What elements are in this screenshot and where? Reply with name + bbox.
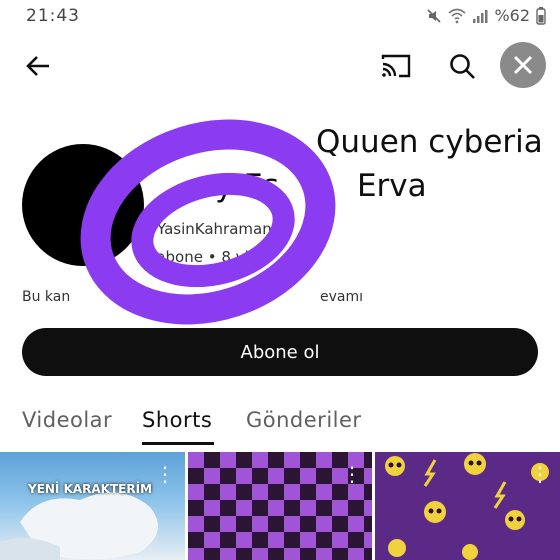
tab-shorts[interactable]: Shorts [142,408,212,432]
signal-icon [472,8,488,24]
more-options-icon[interactable]: ⋮ [530,464,550,484]
channel-stats: 1 abone • 8 vide [142,248,268,266]
top-app-bar [0,40,560,92]
short-thumbnail[interactable]: YENİ KARAKTERİM ⋮ [0,452,185,560]
channel-name-line2: ay Es Erva [196,168,427,204]
channel-description-end[interactable]: evamı [320,289,363,305]
short-title: YENİ KARAKTERİM [28,482,153,496]
shorts-grid: YENİ KARAKTERİM ⋮ ⋮ ⋮ [0,452,560,560]
short-thumbnail[interactable]: ⋮ [188,452,372,560]
channel-description-start[interactable]: Bu kan [22,289,70,305]
status-bar: 21:43 %62 [0,0,560,34]
battery-icon [536,6,546,25]
wifi-icon [448,8,466,24]
close-icon[interactable] [500,42,546,88]
status-icons: %62 [426,6,546,25]
back-arrow-icon[interactable] [20,48,56,84]
cast-icon[interactable] [378,48,414,84]
search-icon[interactable] [444,48,480,84]
channel-name-line2-start: ay Es [196,168,279,204]
subscribe-button[interactable]: Abone ol [22,328,538,376]
more-options-icon[interactable]: ⋮ [342,464,362,484]
channel-name-line1: Quuen cyberia [316,124,543,160]
mute-icon [426,8,442,24]
channel-tabs: Videolar Shorts Gönderiler [0,398,560,448]
more-options-icon[interactable]: ⋮ [155,464,175,484]
channel-name-line2-end: Erva [356,168,427,204]
tab-videolar[interactable]: Videolar [22,408,112,432]
active-tab-indicator [142,442,214,445]
channel-handle: @YasinKahraman [142,220,272,238]
tab-gonderiler[interactable]: Gönderiler [246,408,362,432]
battery-text: %62 [494,6,530,25]
short-thumbnail[interactable]: ⋮ [375,452,560,560]
channel-avatar[interactable] [22,144,144,266]
status-time: 21:43 [26,6,80,26]
